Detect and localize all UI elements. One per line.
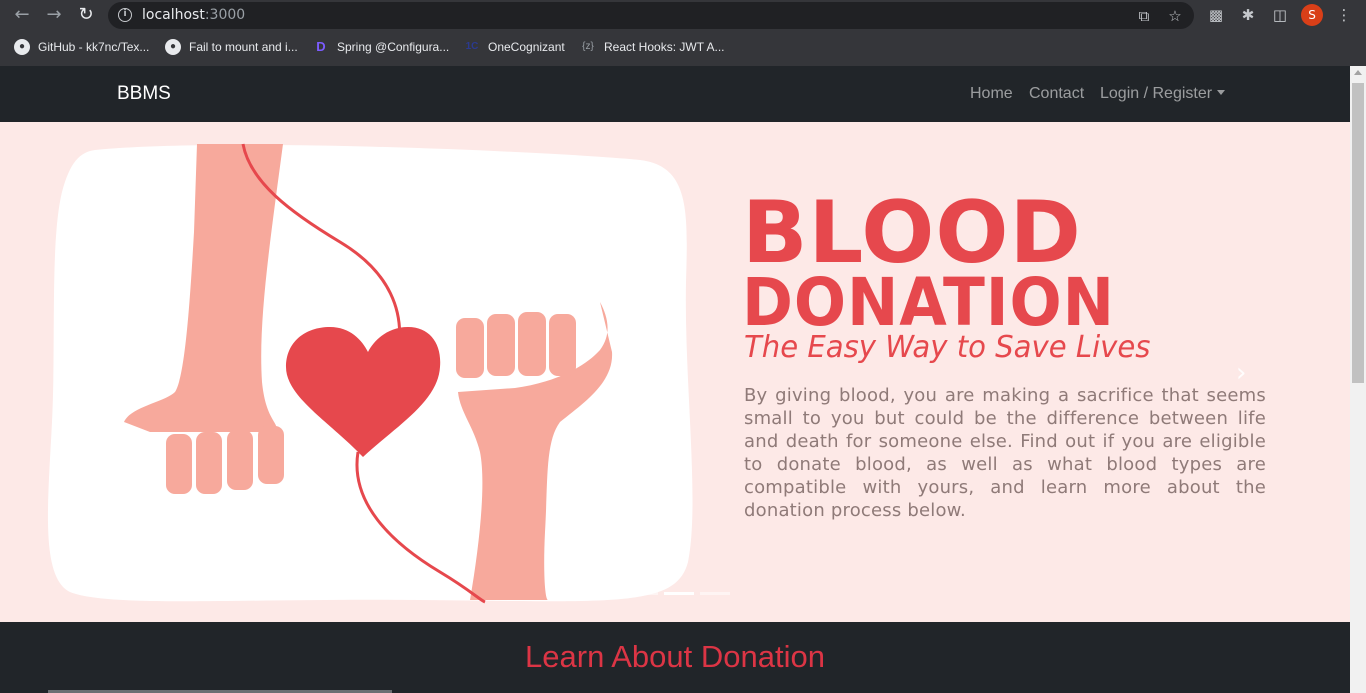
hero-body-text: By giving blood, you are making a sacrif… [744, 385, 1266, 521]
bookmark-item[interactable]: {z} React Hooks: JWT A... [580, 38, 724, 56]
browser-chrome: ← → ↻ i localhost:3000 ⧉ ☆ ▩ ✱ ◫ S ⋮ ● Gi… [0, 0, 1366, 66]
back-arrow-icon[interactable]: ← [10, 4, 34, 26]
bookmark-star-icon[interactable]: ☆ [1166, 7, 1184, 25]
bookmark-item[interactable]: 1C OneCognizant [464, 38, 565, 56]
bookmark-label: OneCognizant [488, 40, 565, 54]
github-icon: ● [14, 39, 30, 55]
carousel-indicators [628, 592, 730, 595]
github-icon: ● [165, 39, 181, 55]
puzzle-extensions-icon[interactable]: ✱ [1238, 5, 1258, 25]
hero-title-line2: DONATION [742, 264, 1115, 341]
brand-logo[interactable]: BBMS [117, 83, 171, 105]
scroll-up-arrow-icon[interactable] [1354, 70, 1362, 75]
bracket-z-icon: {z} [582, 41, 594, 52]
url-text[interactable]: localhost:3000 [142, 7, 245, 23]
bookmark-item[interactable]: D Spring @Configura... [313, 38, 449, 56]
nav-link-contact[interactable]: Contact [1029, 85, 1084, 103]
forward-arrow-icon[interactable]: → [42, 4, 66, 26]
hero-subtitle: The Easy Way to Save Lives [744, 330, 1151, 365]
extension-chart-icon[interactable]: ▩ [1206, 5, 1226, 25]
section-title: Learn About Donation [525, 639, 825, 674]
bookmark-label: GitHub - kk7nc/Tex... [38, 40, 150, 54]
url-host: localhost [142, 7, 205, 23]
bookmarks-bar: ● GitHub - kk7nc/Tex... ● Fail to mount an… [0, 33, 1366, 61]
blood-donation-illustration [47, 143, 693, 604]
kebab-menu-icon[interactable]: ⋮ [1334, 5, 1354, 25]
nav-dropdown-label: Login / Register [1100, 85, 1213, 102]
side-panel-icon[interactable]: ◫ [1270, 5, 1290, 25]
carousel-indicator[interactable] [700, 592, 730, 595]
carousel-indicator[interactable] [628, 592, 658, 595]
page-viewport: BBMS Home Contact Login / Register BLOOD… [0, 66, 1350, 693]
address-bar[interactable]: i localhost:3000 ⧉ ☆ [108, 2, 1194, 29]
site-navbar: BBMS Home Contact Login / Register [0, 66, 1350, 122]
carousel-next-icon[interactable]: › [1236, 358, 1246, 388]
reload-icon[interactable]: ↻ [74, 4, 98, 26]
carousel-indicator-active[interactable] [664, 592, 694, 595]
nav-link-home[interactable]: Home [970, 85, 1013, 103]
hero-carousel: BLOOD DONATION The Easy Way to Save Live… [0, 122, 1350, 622]
nav-dropdown-login-register[interactable]: Login / Register [1100, 85, 1226, 103]
scrollbar-thumb[interactable] [1352, 83, 1364, 383]
bookmark-item[interactable]: ● GitHub - kk7nc/Tex... [14, 38, 149, 56]
spring-icon: D [316, 39, 326, 54]
site-info-icon[interactable]: i [118, 8, 132, 22]
onecognizant-icon: 1C [465, 41, 479, 52]
bookmark-label: Fail to mount and i... [189, 40, 298, 54]
bookmark-label: Spring @Configura... [337, 40, 450, 54]
url-port: :3000 [204, 7, 246, 23]
bookmark-item[interactable]: ● Fail to mount and i... [165, 38, 298, 56]
page-scrollbar[interactable] [1350, 66, 1366, 693]
share-icon[interactable]: ⧉ [1135, 7, 1153, 25]
bookmark-label: React Hooks: JWT A... [604, 40, 725, 54]
profile-avatar[interactable]: S [1301, 4, 1323, 26]
caret-down-icon [1217, 90, 1226, 95]
browser-toolbar: ← → ↻ i localhost:3000 ⧉ ☆ ▩ ✱ ◫ S ⋮ [0, 0, 1366, 31]
